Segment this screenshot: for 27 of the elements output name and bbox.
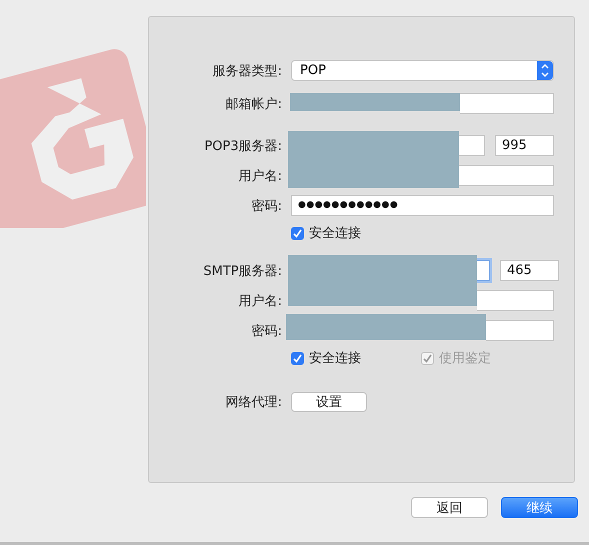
checkmark-icon [423, 354, 432, 362]
username-field[interactable] [477, 290, 554, 311]
stepper-icon[interactable] [537, 61, 553, 80]
field-label: 服务器类型: [212, 62, 282, 80]
checkbox-option[interactable]: 安全连接 [291, 349, 421, 367]
field-label: 用户名: [238, 292, 282, 310]
field-label: 网络代理: [224, 394, 282, 410]
field-label: POP3服务器: [203, 138, 282, 154]
proxy-settings-button[interactable]: 设置 [291, 392, 367, 412]
server-type-select[interactable]: POP [291, 60, 554, 81]
back-button[interactable]: 返回 [411, 497, 488, 518]
username-field[interactable] [459, 165, 554, 186]
field-label: 密码: [250, 198, 282, 214]
server-field[interactable] [477, 260, 490, 281]
field-label: 用户名: [238, 168, 282, 184]
field-label: SMTP服务器: [202, 262, 282, 280]
checkmark-icon [293, 228, 302, 238]
port-field[interactable]: 995 [495, 135, 554, 156]
password-field[interactable] [486, 320, 554, 341]
port-field[interactable]: 465 [500, 260, 559, 281]
field-label: 密码: [250, 322, 282, 340]
checkbox-option[interactable]: 安全连接 [291, 224, 421, 242]
server-field[interactable] [459, 135, 485, 156]
account-field[interactable] [460, 93, 554, 114]
checkmark-icon [293, 354, 302, 362]
password-field[interactable]: ●●●●●●●●●●●● [291, 195, 554, 216]
field-label: 邮箱帐户: [224, 96, 282, 112]
